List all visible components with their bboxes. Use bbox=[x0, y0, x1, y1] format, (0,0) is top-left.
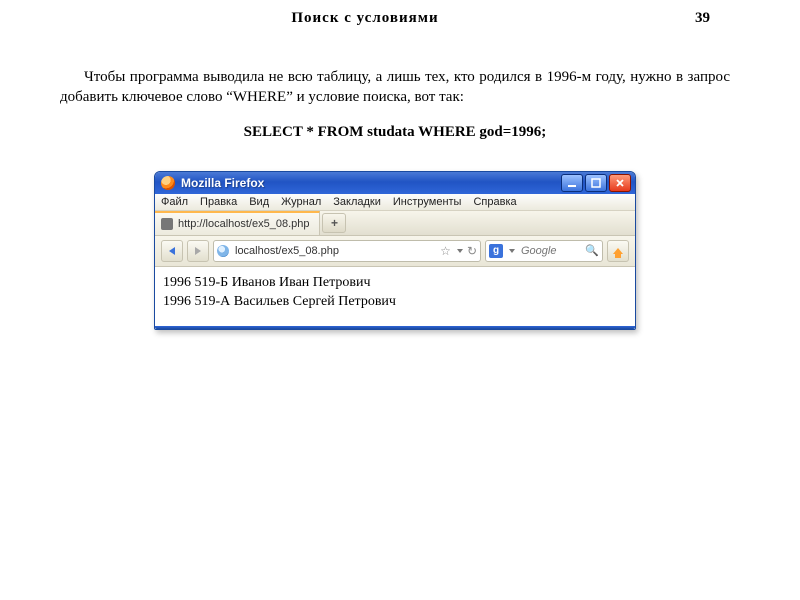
body-paragraph: Чтобы программа выводила не всю таблицу,… bbox=[60, 67, 730, 108]
menu-history[interactable]: Журнал bbox=[281, 196, 321, 208]
arrow-right-icon bbox=[195, 247, 201, 255]
menu-tools[interactable]: Инструменты bbox=[393, 196, 462, 208]
sql-query: SELECT * FROM studata WHERE god=1996; bbox=[60, 124, 730, 141]
menu-help[interactable]: Справка bbox=[473, 196, 516, 208]
menu-edit[interactable]: Правка bbox=[200, 196, 237, 208]
tab-active[interactable]: http://localhost/ex5_08.php bbox=[155, 211, 320, 235]
menu-view[interactable]: Вид bbox=[249, 196, 269, 208]
url-input[interactable] bbox=[233, 244, 436, 258]
minimize-button[interactable] bbox=[561, 174, 583, 192]
search-engine-dropdown-icon[interactable] bbox=[509, 249, 515, 253]
globe-icon bbox=[217, 245, 229, 257]
toolbar: ☆ ↻ g 🔍 bbox=[155, 236, 635, 267]
page-header: Поиск с условиями 39 bbox=[60, 10, 710, 27]
arrow-left-icon bbox=[169, 247, 175, 255]
forward-button[interactable] bbox=[187, 240, 209, 262]
window-title: Mozilla Firefox bbox=[181, 176, 561, 190]
site-icon bbox=[161, 218, 173, 230]
page-content: 1996 519-Б Иванов Иван Петрович 1996 519… bbox=[155, 267, 635, 326]
menu-bookmarks[interactable]: Закладки bbox=[333, 196, 381, 208]
home-icon bbox=[613, 248, 623, 254]
menubar: Файл Правка Вид Журнал Закладки Инструме… bbox=[155, 194, 635, 211]
maximize-button[interactable] bbox=[585, 174, 607, 192]
result-line: 1996 519-Б Иванов Иван Петрович bbox=[163, 273, 627, 293]
result-line: 1996 519-А Васильев Сергей Петрович bbox=[163, 292, 627, 312]
tabbar: http://localhost/ex5_08.php + bbox=[155, 211, 635, 236]
new-tab-button[interactable]: + bbox=[322, 213, 346, 233]
firefox-window: Mozilla Firefox Файл Правка Вид Журнал З… bbox=[154, 171, 636, 330]
address-bar[interactable]: ☆ ↻ bbox=[213, 240, 481, 262]
home-button[interactable] bbox=[607, 240, 629, 262]
menu-file[interactable]: Файл bbox=[161, 196, 188, 208]
search-input[interactable] bbox=[519, 244, 581, 258]
titlebar[interactable]: Mozilla Firefox bbox=[155, 172, 635, 194]
page-number: 39 bbox=[670, 10, 710, 27]
back-button[interactable] bbox=[161, 240, 183, 262]
firefox-icon bbox=[161, 176, 175, 190]
bookmark-star-icon[interactable]: ☆ bbox=[440, 245, 451, 257]
window-border-bottom bbox=[155, 326, 635, 329]
close-button[interactable] bbox=[609, 174, 631, 192]
tab-title: http://localhost/ex5_08.php bbox=[178, 218, 309, 230]
reload-icon[interactable]: ↻ bbox=[467, 245, 477, 257]
search-bar[interactable]: g 🔍 bbox=[485, 240, 603, 262]
magnifier-icon[interactable]: 🔍 bbox=[585, 244, 599, 257]
history-dropdown-icon[interactable] bbox=[457, 249, 463, 253]
header-title: Поиск с условиями bbox=[60, 10, 670, 27]
search-engine-icon[interactable]: g bbox=[489, 244, 503, 258]
